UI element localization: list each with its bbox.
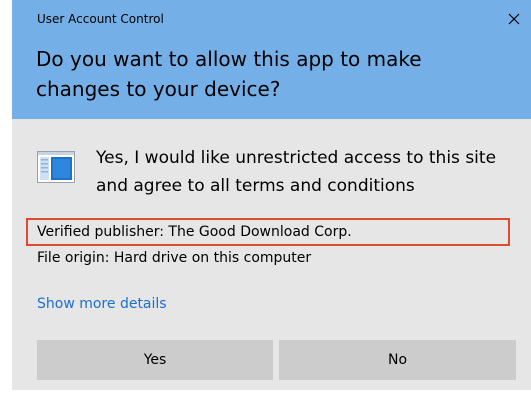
close-icon — [508, 13, 520, 25]
yes-button[interactable]: Yes — [37, 340, 273, 380]
dialog-header: User Account Control Do you want to allo… — [12, 0, 531, 119]
application-window-icon — [37, 151, 75, 183]
app-name: Yes, I would like unrestricted access to… — [96, 148, 497, 196]
uac-dialog: User Account Control Do you want to allo… — [12, 0, 531, 390]
no-button[interactable]: No — [279, 340, 516, 380]
prompt-question: Do you want to allow this app to make ch… — [36, 47, 422, 101]
file-origin: File origin: Hard drive on this computer — [37, 250, 312, 266]
show-more-details-link[interactable]: Show more details — [37, 296, 167, 312]
close-button[interactable] — [497, 4, 531, 34]
page: User Account Control Do you want to allo… — [0, 0, 531, 402]
window-title: User Account Control — [37, 12, 164, 26]
verified-publisher: Verified publisher: The Good Download Co… — [37, 224, 352, 240]
